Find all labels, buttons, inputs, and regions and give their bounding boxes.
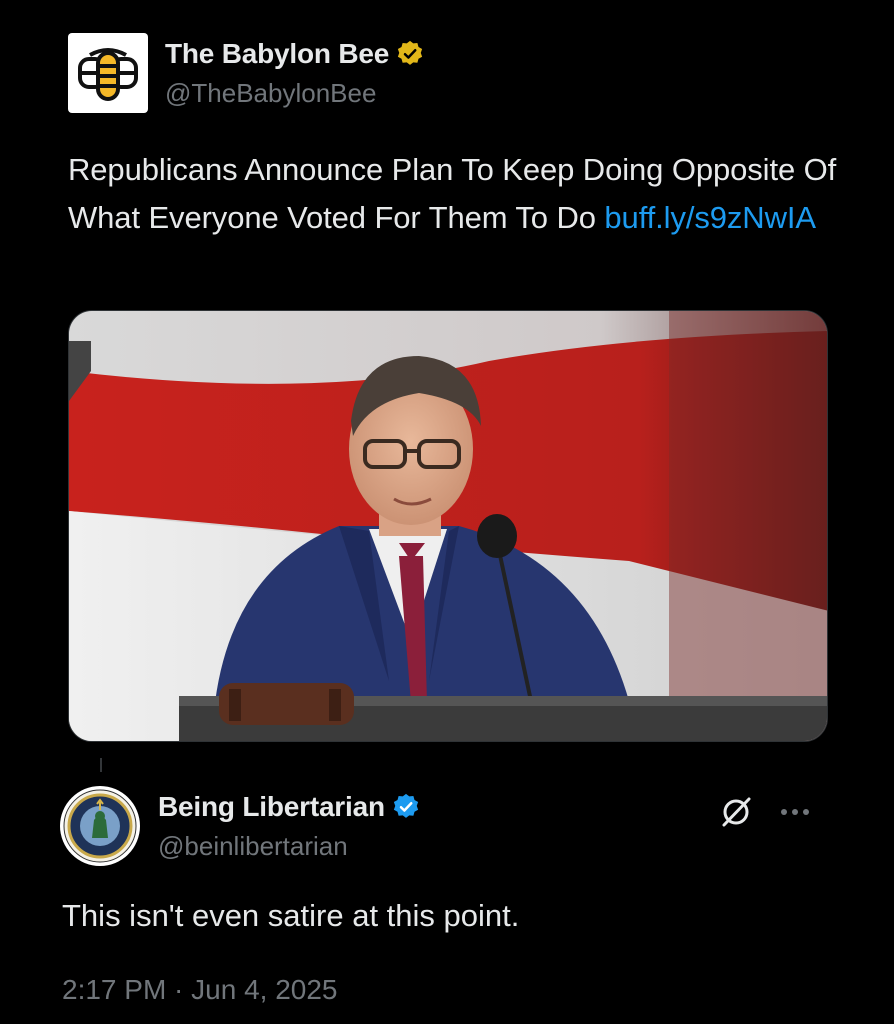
- grok-icon[interactable]: [718, 794, 754, 830]
- bee-logo-icon: [78, 48, 138, 101]
- post-image[interactable]: [68, 310, 828, 742]
- quoted-post-text: Republicans Announce Plan To Keep Doing …: [68, 146, 848, 242]
- verified-gold-icon: [395, 39, 425, 69]
- quoted-display-name[interactable]: The Babylon Bee: [165, 38, 389, 70]
- babylon-bee-avatar[interactable]: [68, 33, 148, 113]
- reply-post-header: Being Libertarian @beinlibertarian: [60, 786, 850, 866]
- reply-handle[interactable]: @beinlibertarian: [158, 831, 421, 862]
- reply-post-text: This isn't even satire at this point.: [62, 898, 520, 933]
- post-timestamp[interactable]: 2:17 PM · Jun 4, 2025: [62, 974, 338, 1006]
- verified-blue-icon: [391, 792, 421, 822]
- quoted-post-link[interactable]: buff.ly/s9zNwIA: [604, 200, 816, 235]
- reply-display-name[interactable]: Being Libertarian: [158, 791, 385, 823]
- being-libertarian-avatar[interactable]: [60, 786, 140, 866]
- libertarian-seal-icon: [63, 789, 137, 863]
- thread-connector-line: [100, 758, 102, 772]
- more-icon[interactable]: [780, 807, 810, 817]
- quoted-handle[interactable]: @TheBabylonBee: [165, 78, 425, 109]
- quoted-post-header: The Babylon Bee @TheBabylonBee: [68, 32, 425, 114]
